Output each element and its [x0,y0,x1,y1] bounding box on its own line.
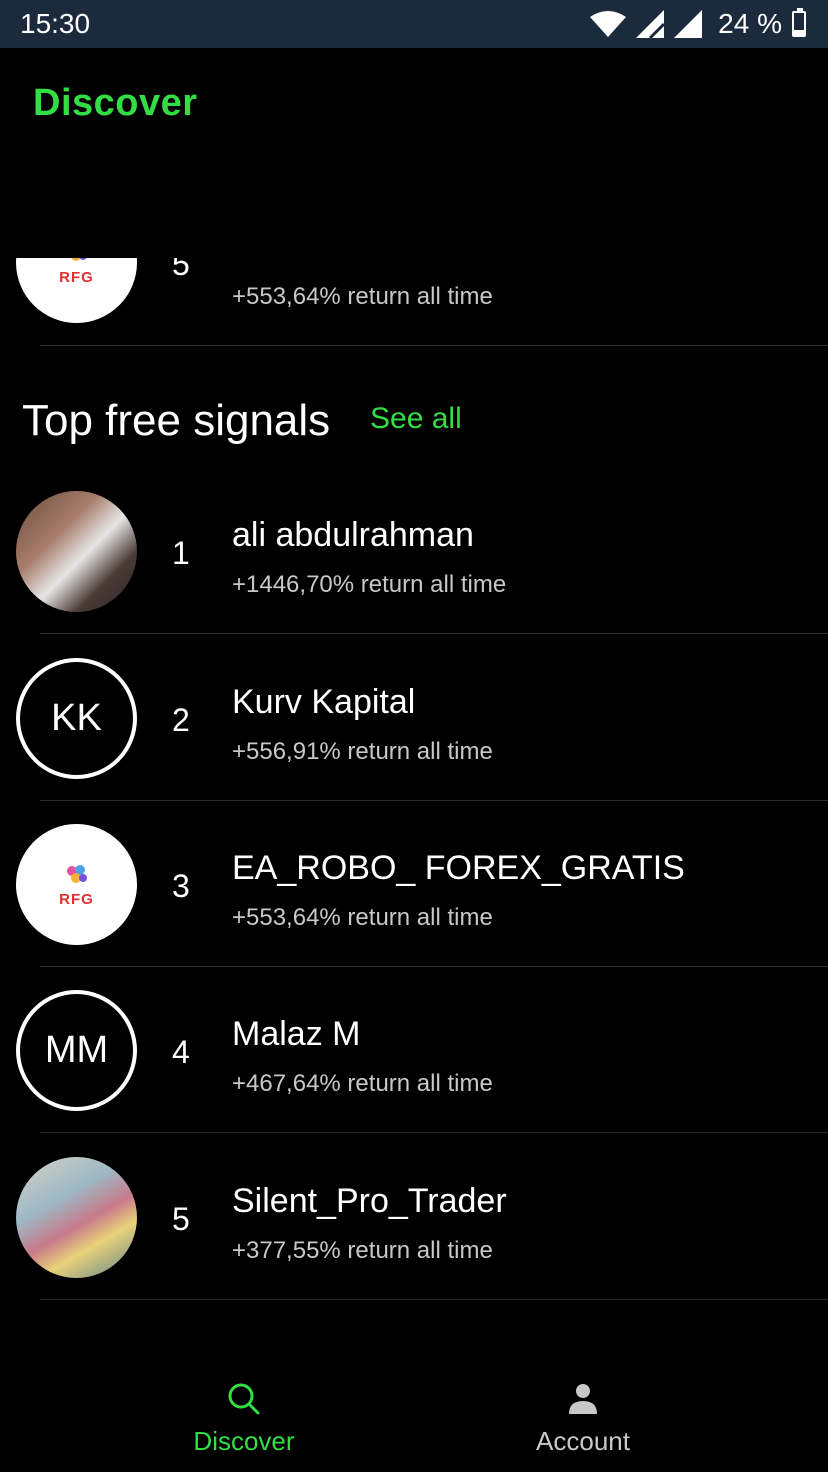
rank-number: 5 [172,246,190,282]
search-icon [228,1383,260,1415]
avatar-initials: MM [44,1029,109,1071]
avatar [16,491,137,612]
rank-number: 5 [172,1201,190,1237]
signal-icon-2 [674,10,703,38]
page-title: Discover [33,82,198,124]
battery-percent: 24 % [718,8,782,39]
rfg-logo-avatar: RFG [16,824,137,945]
avatar-initials: KK [51,697,102,739]
trader-name: ali abdulrahman [232,516,474,554]
status-time: 15:30 [20,8,91,39]
rank-number: 4 [172,1034,190,1070]
brain-logo-icon [70,258,86,261]
rank-number: 2 [172,702,190,738]
divider [40,800,828,801]
see-all-link[interactable]: See all [370,402,462,436]
rfg-logo-text: RFG [59,891,94,908]
rfg-logo-avatar: RFG [16,258,137,323]
trader-name: Malaz M [232,1015,361,1053]
return-text: +553,64% return all time [232,283,493,310]
rank-number: 1 [172,535,190,571]
trader-name: EA_ROBO_ FOREX_GRATIS [232,849,685,887]
status-bar: 15:30 24 % [0,0,828,48]
wifi-icon [590,11,627,37]
return-text: +1446,70% return all time [232,571,507,598]
divider [40,633,828,634]
avatar [16,1157,137,1278]
return-text: +467,64% return all time [232,1070,493,1097]
nav-discover[interactable]: Discover [124,1380,364,1457]
status-icons: 24 % [590,8,806,40]
bottom-nav: Discover Account [0,1358,828,1472]
avatar: KK [16,658,137,779]
nav-account-label: Account [536,1426,630,1456]
battery-icon [792,8,806,37]
rank-number: 3 [172,868,190,904]
section-title: Top free signals [22,396,331,445]
trader-name: Silent_Pro_Trader [232,1182,507,1220]
divider [40,1132,828,1133]
brain-logo-icon [66,865,87,883]
signal-icon [636,10,665,38]
return-text: +377,55% return all time [232,1237,493,1264]
divider [40,966,828,967]
person-icon [569,1384,597,1414]
divider [40,345,828,346]
nav-account[interactable]: Account [463,1380,703,1457]
nav-discover-label: Discover [193,1426,295,1456]
avatar: MM [16,990,137,1111]
divider [40,1299,828,1300]
list-item-partial[interactable]: RFG 5 +553,64% return all time [0,246,828,346]
return-text: +556,91% return all time [232,738,493,765]
trader-name: Kurv Kapital [232,683,416,721]
rfg-logo-text: RFG [59,269,94,286]
return-text: +553,64% return all time [232,904,493,931]
